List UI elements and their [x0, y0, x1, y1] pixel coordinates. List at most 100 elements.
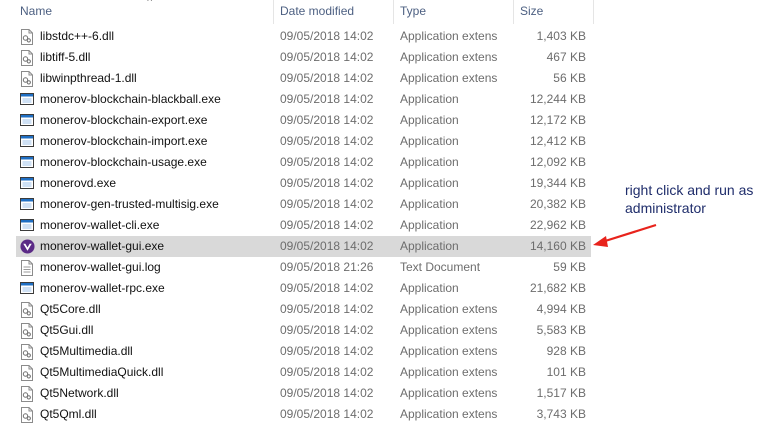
file-row[interactable]: libstdc++-6.dll 09/05/2018 14:02 Applicati…	[0, 26, 600, 47]
dll-file-icon	[20, 68, 36, 89]
file-date-modified: 09/05/2018 21:26	[280, 260, 374, 274]
file-size: 20,382 KB	[529, 197, 586, 211]
file-type: Application	[400, 239, 459, 253]
file-size: 22,962 KB	[529, 218, 586, 232]
file-date-modified: 09/05/2018 14:02	[280, 281, 374, 295]
red-arrow-annotation-icon	[593, 223, 657, 247]
column-header-size[interactable]: Size	[514, 0, 592, 24]
file-size: 14,160 KB	[529, 239, 586, 253]
file-name: monerov-blockchain-export.exe	[40, 113, 208, 127]
file-row[interactable]: monerov-wallet-cli.exe 09/05/2018 14:02 Ap…	[0, 215, 600, 236]
file-size: 1,403 KB	[536, 29, 586, 43]
file-row[interactable]: Qt5MultimediaQuick.dll 09/05/2018 14:02 Ap…	[0, 362, 600, 383]
file-row[interactable]: Qt5Qml.dll 09/05/2018 14:02 Application ex…	[0, 404, 600, 425]
file-name: libwinpthread-1.dll	[40, 71, 137, 85]
file-type: Application extens	[400, 344, 498, 358]
file-row[interactable]: monerov-wallet-gui.log 09/05/2018 21:26 Te…	[0, 257, 600, 278]
file-date-modified: 09/05/2018 14:02	[280, 155, 374, 169]
file-row[interactable]: monerov-blockchain-blackball.exe 09/05/20…	[0, 89, 600, 110]
file-name: Qt5MultimediaQuick.dll	[40, 365, 164, 379]
dll-file-icon	[20, 341, 36, 362]
file-size: 19,344 KB	[529, 176, 586, 190]
exe-window-icon	[20, 152, 36, 173]
file-date-modified: 09/05/2018 14:02	[280, 218, 374, 232]
file-name: monerovd.exe	[40, 176, 117, 190]
file-name: libstdc++-6.dll	[40, 29, 115, 43]
file-row[interactable]: monerovd.exe 09/05/2018 14:02 Application 1…	[0, 173, 600, 194]
file-row[interactable]: Qt5Core.dll 09/05/2018 14:02 Application e…	[0, 299, 600, 320]
file-row[interactable]: monerov-wallet-gui.exe 09/05/2018 14:02 Ap…	[16, 236, 591, 257]
file-date-modified: 09/05/2018 14:02	[280, 92, 374, 106]
file-type: Application extens	[400, 50, 498, 64]
file-row[interactable]: monerov-blockchain-usage.exe 09/05/2018 1…	[0, 152, 600, 173]
annotation-text: right click and run as administrator	[625, 182, 754, 216]
exe-window-icon	[20, 131, 36, 152]
file-type: Application extens	[400, 386, 498, 400]
file-row[interactable]: Qt5Network.dll 09/05/2018 14:02 Applicatio…	[0, 383, 600, 404]
file-size: 56 KB	[553, 71, 586, 85]
file-row[interactable]: monerov-blockchain-export.exe 09/05/2018 …	[0, 110, 600, 131]
file-type: Application	[400, 113, 459, 127]
file-row[interactable]: monerov-blockchain-import.exe 09/05/2018 …	[0, 131, 600, 152]
file-date-modified: 09/05/2018 14:02	[280, 50, 374, 64]
monerov-logo-icon	[20, 236, 36, 257]
file-name: Qt5Core.dll	[40, 302, 101, 316]
file-name: monerov-wallet-gui.exe	[40, 239, 165, 253]
dll-file-icon	[20, 362, 36, 383]
file-size: 12,172 KB	[529, 113, 586, 127]
file-type: Application	[400, 197, 459, 211]
file-type: Text Document	[400, 260, 481, 274]
file-name: monerov-blockchain-usage.exe	[40, 155, 207, 169]
file-type: Application	[400, 218, 459, 232]
file-size: 1,517 KB	[536, 386, 586, 400]
dll-file-icon	[20, 383, 36, 404]
file-date-modified: 09/05/2018 14:02	[280, 344, 374, 358]
file-type: Application extens	[400, 29, 498, 43]
file-date-modified: 09/05/2018 14:02	[280, 113, 374, 127]
file-name: libtiff-5.dll	[40, 50, 91, 64]
file-name: monerov-blockchain-import.exe	[40, 134, 208, 148]
column-header-date-modified[interactable]: Date modified	[274, 0, 394, 24]
file-type: Application extens	[400, 407, 498, 421]
file-type: Application	[400, 92, 459, 106]
file-type: Application extens	[400, 71, 498, 85]
column-header-name[interactable]: Name	[14, 0, 272, 24]
file-type: Application	[400, 155, 459, 169]
file-row[interactable]: Qt5Multimedia.dll 09/05/2018 14:02 Applica…	[0, 341, 600, 362]
file-size: 928 KB	[546, 344, 586, 358]
file-date-modified: 09/05/2018 14:02	[280, 365, 374, 379]
file-size: 12,244 KB	[529, 92, 586, 106]
column-divider[interactable]	[593, 0, 594, 24]
file-name: monerov-blockchain-blackball.exe	[40, 92, 221, 106]
file-name: Qt5Qml.dll	[40, 407, 97, 421]
file-row[interactable]: monerov-gen-trusted-multisig.exe 09/05/20…	[0, 194, 600, 215]
file-row[interactable]: Qt5Gui.dll 09/05/2018 14:02 Application ex…	[0, 320, 600, 341]
dll-file-icon	[20, 26, 36, 47]
exe-window-icon	[20, 89, 36, 110]
file-date-modified: 09/05/2018 14:02	[280, 239, 374, 253]
file-date-modified: 09/05/2018 14:02	[280, 134, 374, 148]
exe-window-icon	[20, 110, 36, 131]
file-size: 12,092 KB	[529, 155, 586, 169]
file-name: monerov-wallet-gui.log	[40, 260, 161, 274]
file-row[interactable]: libwinpthread-1.dll 09/05/2018 14:02 Appli…	[0, 68, 600, 89]
dll-file-icon	[20, 299, 36, 320]
file-date-modified: 09/05/2018 14:02	[280, 386, 374, 400]
file-type: Application	[400, 281, 459, 295]
exe-window-icon	[20, 194, 36, 215]
column-header-type[interactable]: Type	[394, 0, 512, 24]
file-size: 21,682 KB	[529, 281, 586, 295]
file-type: Application	[400, 134, 459, 148]
file-row[interactable]: monerov-wallet-rpc.exe 09/05/2018 14:02 Ap…	[0, 278, 600, 299]
text-file-icon	[20, 257, 36, 278]
dll-file-icon	[20, 320, 36, 341]
file-row[interactable]: libtiff-5.dll 09/05/2018 14:02 Application…	[0, 47, 600, 68]
dll-file-icon	[20, 404, 36, 425]
file-date-modified: 09/05/2018 14:02	[280, 302, 374, 316]
file-size: 5,583 KB	[536, 323, 586, 337]
exe-window-icon	[20, 215, 36, 236]
file-name: Qt5Gui.dll	[40, 323, 94, 337]
column-header-bar: ∧ Name Date modified Type Size	[0, 0, 600, 24]
file-size: 3,743 KB	[536, 407, 586, 421]
file-type: Application extens	[400, 302, 498, 316]
